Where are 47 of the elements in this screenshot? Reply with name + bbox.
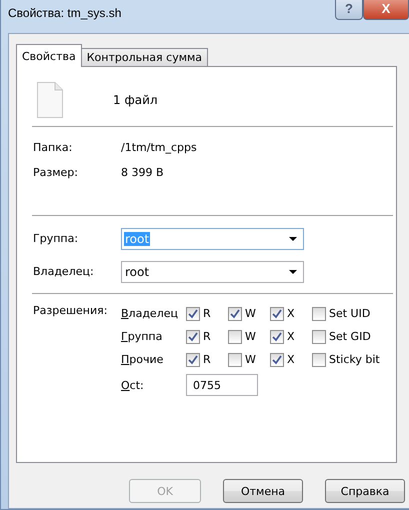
field-value: 8 399 B [121,166,165,179]
checkbox-label: X [287,353,295,366]
window-title: Свойства: tm_sys.sh [8,6,122,20]
row-label: Владелец [121,307,179,320]
field-label: Размер: [33,166,79,179]
checkbox-label: W [245,330,256,343]
checkbox-label: Set UID [329,307,370,320]
field-label: Разрешения: [33,304,108,319]
checkbox[interactable] [186,330,200,344]
dropdown-arrow-icon [289,270,297,274]
checkbox-label: W [245,307,256,320]
checkbox[interactable] [270,306,284,320]
dropdown[interactable]: root [121,260,304,282]
dialog-button[interactable]: Справка [325,479,405,503]
checkbox[interactable] [312,330,326,344]
checkbox[interactable] [228,352,242,366]
checkbox-label: Set GID [329,330,371,343]
input-field[interactable]: 0755 [186,374,258,396]
tab[interactable]: Контрольная сумма [80,48,208,67]
checkbox-label: W [245,353,256,366]
field-label: Папка: [33,141,74,154]
field-label: Владелец: [33,265,95,278]
checkbox-label: X [287,307,295,320]
checkbox[interactable] [228,330,242,344]
help-button[interactable]: ? [335,0,363,20]
checkbox[interactable] [312,352,326,366]
dialog-button[interactable]: Отмена [223,479,303,503]
checkbox[interactable] [186,306,200,320]
checkbox[interactable] [270,330,284,344]
field-label: Группа: [33,232,80,245]
tab[interactable]: Свойства [16,44,82,67]
field-label: Oct: [121,378,145,392]
checkbox-label: R [203,307,211,320]
row-label: Прочие [121,353,164,366]
checkbox[interactable] [312,306,326,320]
checkbox-label: R [203,353,211,366]
checkbox[interactable] [270,352,284,366]
row-label: Группа [121,330,164,343]
field-value: /1tm/tm_cpps [121,141,198,154]
checkbox-label: R [203,330,211,343]
dropdown-arrow-icon [289,236,297,240]
checkbox[interactable] [186,352,200,366]
file-count: 1 файл [113,93,158,107]
checkbox-label: X [287,330,295,343]
file-icon [37,82,63,118]
checkbox-label: Sticky bit [329,353,380,366]
checkbox[interactable] [228,306,242,320]
